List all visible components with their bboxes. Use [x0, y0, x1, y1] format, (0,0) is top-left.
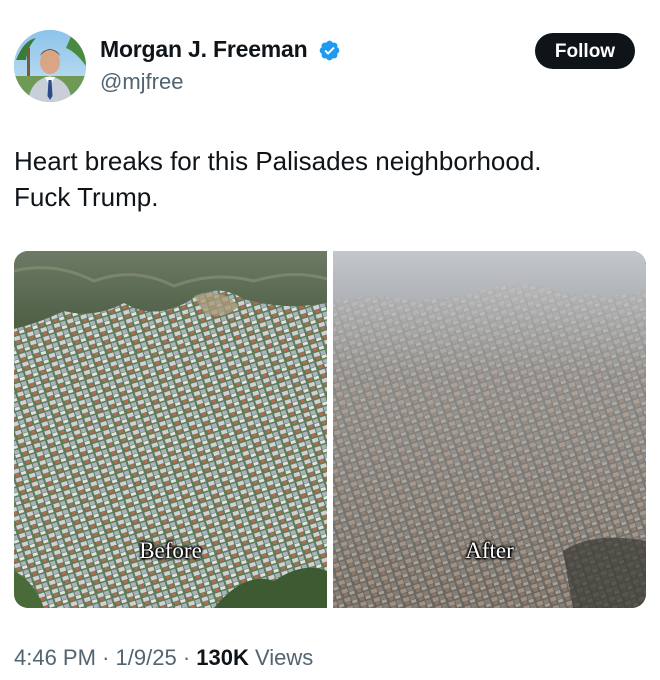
- tweet-text-line: Fuck Trump.: [14, 182, 159, 212]
- before-image[interactable]: Before: [14, 251, 327, 608]
- tweet-text-line: Heart breaks for this Palisades neighbor…: [14, 146, 542, 176]
- after-label: After: [465, 538, 514, 563]
- tweet-time[interactable]: 4:46 PM: [14, 645, 96, 670]
- verified-badge-icon: [319, 40, 340, 61]
- tweet: Morgan J. Freeman @mjfree Follow Heart b…: [0, 0, 660, 680]
- follow-button[interactable]: Follow: [535, 33, 635, 69]
- tweet-media[interactable]: Before After: [14, 251, 646, 608]
- tweet-meta: 4:46 PM · 1/9/25 · 130K Views: [14, 645, 313, 671]
- author-name[interactable]: Morgan J. Freeman: [100, 36, 308, 63]
- after-image[interactable]: After: [333, 251, 646, 608]
- author-avatar[interactable]: [14, 30, 86, 102]
- author-handle[interactable]: @mjfree: [100, 69, 183, 95]
- meta-separator: ·: [102, 645, 110, 670]
- meta-separator: ·: [182, 645, 191, 670]
- views-label: Views: [254, 645, 314, 670]
- tweet-text: Heart breaks for this Palisades neighbor…: [14, 143, 634, 215]
- views-count: 130K: [196, 645, 249, 670]
- tweet-date[interactable]: 1/9/25: [116, 645, 177, 670]
- before-label: Before: [139, 538, 202, 563]
